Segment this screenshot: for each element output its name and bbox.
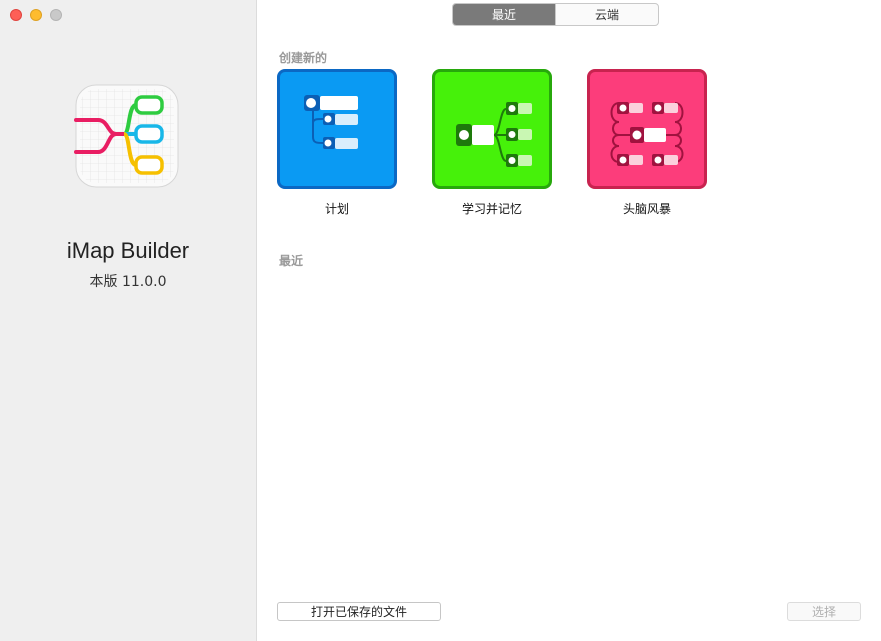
template-brainstorm[interactable]: 头脑风暴 [587, 69, 707, 217]
minimize-window-button[interactable] [30, 9, 42, 21]
learn-template-icon[interactable] [432, 69, 552, 189]
brainstorm-template-icon[interactable] [587, 69, 707, 189]
sidebar: iMap Builder 本版 11.0.0 [0, 0, 257, 641]
main-panel: 最近 云端 创建新的 计划 学习并记忆 头脑风暴 最近 打开已保存的文件 选择 [257, 0, 881, 641]
app-name: iMap Builder [66, 238, 190, 263]
template-plan-label: 计划 [324, 202, 349, 216]
create-new-heading: 创建新的 [279, 51, 328, 65]
template-learn-label: 学习并记忆 [461, 202, 522, 216]
view-segmented-control: 最近 云端 [452, 3, 659, 26]
select-button[interactable]: 选择 [787, 602, 861, 621]
template-learn-memorize[interactable]: 学习并记忆 [432, 69, 552, 217]
tab-cloud[interactable]: 云端 [555, 4, 658, 25]
open-saved-file-button[interactable]: 打开已保存的文件 [277, 602, 441, 621]
app-icon [74, 83, 180, 189]
app-version: 本版 11.0.0 [89, 274, 167, 290]
template-plan[interactable]: 计划 [277, 69, 397, 217]
template-list: 计划 学习并记忆 头脑风暴 [277, 69, 707, 217]
recent-heading: 最近 [279, 254, 304, 268]
maximize-window-button[interactable] [50, 9, 62, 21]
tab-recent[interactable]: 最近 [453, 4, 555, 25]
template-brainstorm-label: 头脑风暴 [622, 202, 671, 216]
plan-template-icon[interactable] [277, 69, 397, 189]
recent-files-list [277, 275, 861, 585]
close-window-button[interactable] [10, 9, 22, 21]
